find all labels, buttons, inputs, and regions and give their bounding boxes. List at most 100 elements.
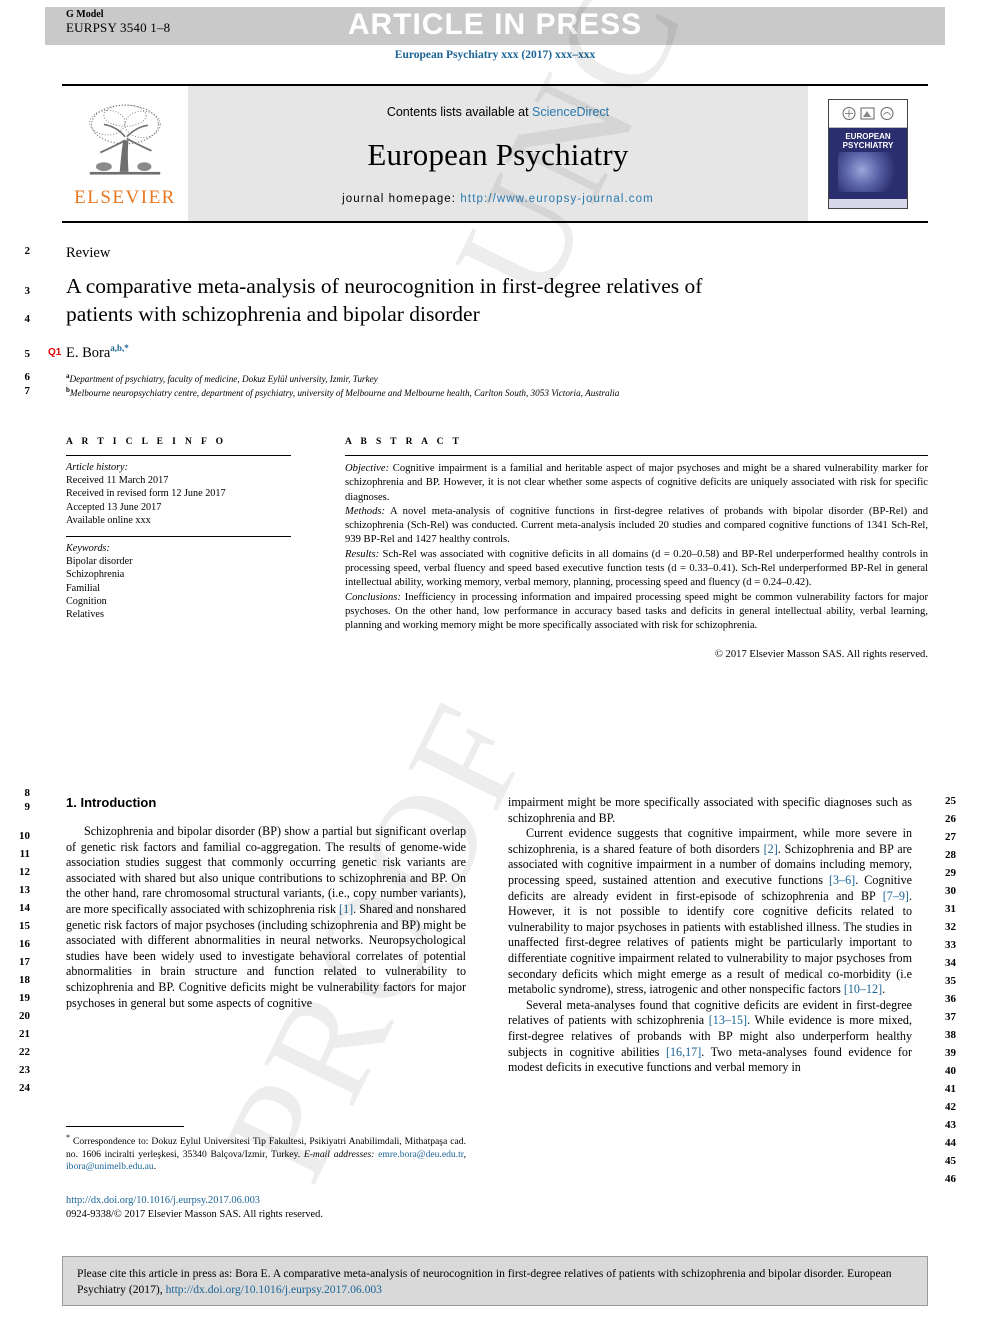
cite-text: Please cite this article in press as: Bo… (63, 1257, 927, 1297)
cover-artwork (838, 151, 898, 192)
line-number: 22 (19, 1046, 30, 1058)
line-number: 36 (945, 993, 956, 1005)
abstract-results-label: Results: (345, 548, 380, 560)
email-link-2[interactable]: ibora@unimelb.edu.au (66, 1161, 154, 1172)
intro-paragraph-1: Schizophrenia and bipolar disorder (BP) … (66, 824, 466, 1011)
line-number: 28 (945, 849, 956, 861)
keywords-label: Keywords: (66, 543, 110, 555)
reference-link-3-6[interactable]: [3–6] (829, 873, 855, 887)
abstract-objective-text: Cognitive impairment is a familial and h… (345, 463, 928, 503)
homepage-line: journal homepage: http://www.europsy-jou… (342, 193, 654, 205)
line-number: 42 (945, 1101, 956, 1113)
line-number: 15 (19, 920, 30, 932)
line-number: 24 (19, 1082, 30, 1094)
body-column-left: 1. Introduction Schizophrenia and bipola… (66, 795, 466, 1011)
history-item: Received 11 March 2017 (66, 475, 169, 487)
contents-line: Contents lists available at ScienceDirec… (387, 105, 609, 119)
abstract-objective-label: Objective: (345, 463, 390, 474)
line-number: 18 (19, 974, 30, 986)
line-number: 2 (24, 245, 31, 257)
line-number: 33 (945, 939, 956, 951)
line-number: 19 (19, 992, 30, 1004)
email-link-1[interactable]: emre.bora@deu.edu.tr (378, 1149, 463, 1160)
article-type: Review (66, 245, 111, 261)
line-number: 38 (945, 1029, 956, 1041)
reference-link-7-9[interactable]: [7–9] (883, 889, 909, 903)
reference-link-13-15[interactable]: [13–15] (709, 1013, 747, 1027)
reference-link-2[interactable]: [2] (764, 842, 778, 856)
line-number: 14 (19, 902, 30, 914)
keyword-item: Cognition (66, 595, 107, 607)
journal-masthead: ELSEVIER Contents lists available at Sci… (62, 84, 928, 223)
line-number: 17 (19, 956, 30, 968)
abstract-methods: Methods: A novel meta-analysis of cognit… (345, 505, 928, 548)
history-item: Available online xxx (66, 514, 151, 526)
reference-link-16-17[interactable]: [16,17] (666, 1045, 701, 1059)
line-number: 21 (19, 1028, 30, 1040)
email-end: . (153, 1161, 157, 1172)
elsevier-tree-icon (89, 104, 161, 175)
line-number: 44 (945, 1137, 956, 1149)
line-number: 7 (24, 385, 31, 397)
journal-homepage-link[interactable]: http://www.europsy-journal.com (460, 193, 653, 205)
abstract-heading: A B S T R A C T (345, 437, 463, 447)
line-number: 6 (24, 371, 31, 383)
abstract-results-text: Sch-Rel was associated with cognitive de… (345, 548, 928, 589)
body-column-right: impairment might be more specifically as… (508, 795, 912, 1076)
keyword-item: Bipolar disorder (66, 556, 133, 568)
cite-this-article-box: Please cite this article in press as: Bo… (62, 1256, 928, 1306)
intro-paragraph-carryover: impairment might be more specifically as… (508, 795, 912, 825)
journal-cover-thumbnail: EUROPEAN PSYCHIATRY (808, 86, 928, 221)
intro-p2-part4: . However, it is not possible to identif… (508, 888, 912, 997)
abstract-methods-text: A novel meta-analysis of cognitive funct… (345, 505, 928, 546)
abstract-conclusions-label: Conclusions: (345, 591, 401, 603)
affiliation-a-text: Department of psychiatry, faculty of med… (69, 374, 378, 385)
keyword-item: Relatives (66, 609, 104, 621)
reference-link-1[interactable]: [1] (339, 902, 353, 916)
abstract-methods-label: Methods: (345, 505, 386, 517)
line-number: 20 (19, 1010, 30, 1022)
keywords-block: Keywords: Bipolar disorder Schizophrenia… (66, 537, 291, 621)
line-number: 40 (945, 1065, 956, 1077)
line-number: 4 (24, 313, 31, 325)
correspondence-footnote: * Correspondence to: Dokuz Eylul Univers… (66, 1126, 466, 1173)
intro-paragraph-3: Several meta-analyses found that cogniti… (508, 998, 912, 1076)
line-number: 5 (24, 348, 31, 360)
line-number: 26 (945, 813, 956, 825)
cover-title: EUROPEAN PSYCHIATRY (842, 131, 894, 151)
article-in-press-text: ARTICLE IN PRESS (347, 8, 643, 41)
g-model-block: G Model EURPSY 3540 1–8 (66, 9, 170, 34)
abstract-block: A B S T R A C T Objective: Cognitive imp… (345, 437, 928, 662)
cover-header (829, 99, 907, 128)
article-info-block: A R T I C L E I N F O Article history: R… (66, 437, 291, 621)
intro-p2-part5: . (882, 982, 886, 997)
email-label: E-mail addresses: (303, 1148, 375, 1160)
line-number: 46 (945, 1173, 956, 1185)
author-affiliation-marks[interactable]: a,b,* (110, 343, 129, 353)
author-list: E. Boraa,b,* (66, 343, 129, 362)
journal-title: European Psychiatry (367, 136, 629, 172)
reference-link-10-12[interactable]: [10–12] (844, 982, 882, 996)
page-title: A comparative meta-analysis of neurocogn… (66, 274, 703, 326)
line-number: 41 (945, 1083, 956, 1095)
line-number: 45 (945, 1155, 956, 1167)
line-number: 11 (19, 848, 30, 860)
doi-block: http://dx.doi.org/10.1016/j.eurpsy.2017.… (66, 1194, 323, 1222)
cover-image: EUROPEAN PSYCHIATRY (828, 98, 908, 209)
article-history: Article history: Received 11 March 2017 … (66, 456, 291, 536)
abstract-results: Results: Sch-Rel was associated with cog… (345, 548, 928, 591)
line-number: 13 (19, 884, 30, 896)
elsevier-logo: ELSEVIER (62, 86, 188, 221)
line-number: 10 (19, 830, 30, 842)
doi-link[interactable]: http://dx.doi.org/10.1016/j.eurpsy.2017.… (66, 1194, 323, 1208)
line-number: 29 (945, 867, 956, 879)
issn-copyright-line: 0924-9338/© 2017 Elsevier Masson SAS. Al… (66, 1209, 323, 1220)
line-number: 8 (24, 787, 31, 799)
line-number: 27 (945, 831, 956, 843)
abstract-objective: Objective: Cognitive impairment is a fam… (345, 462, 928, 505)
keyword-item: Schizophrenia (66, 569, 125, 581)
cite-doi-link[interactable]: http://dx.doi.org/10.1016/j.eurpsy.2017.… (166, 1283, 382, 1296)
query-marker-q1[interactable]: Q1 (48, 347, 61, 358)
author-name: E. Bora (66, 344, 111, 361)
sciencedirect-link[interactable]: ScienceDirect (532, 105, 609, 119)
